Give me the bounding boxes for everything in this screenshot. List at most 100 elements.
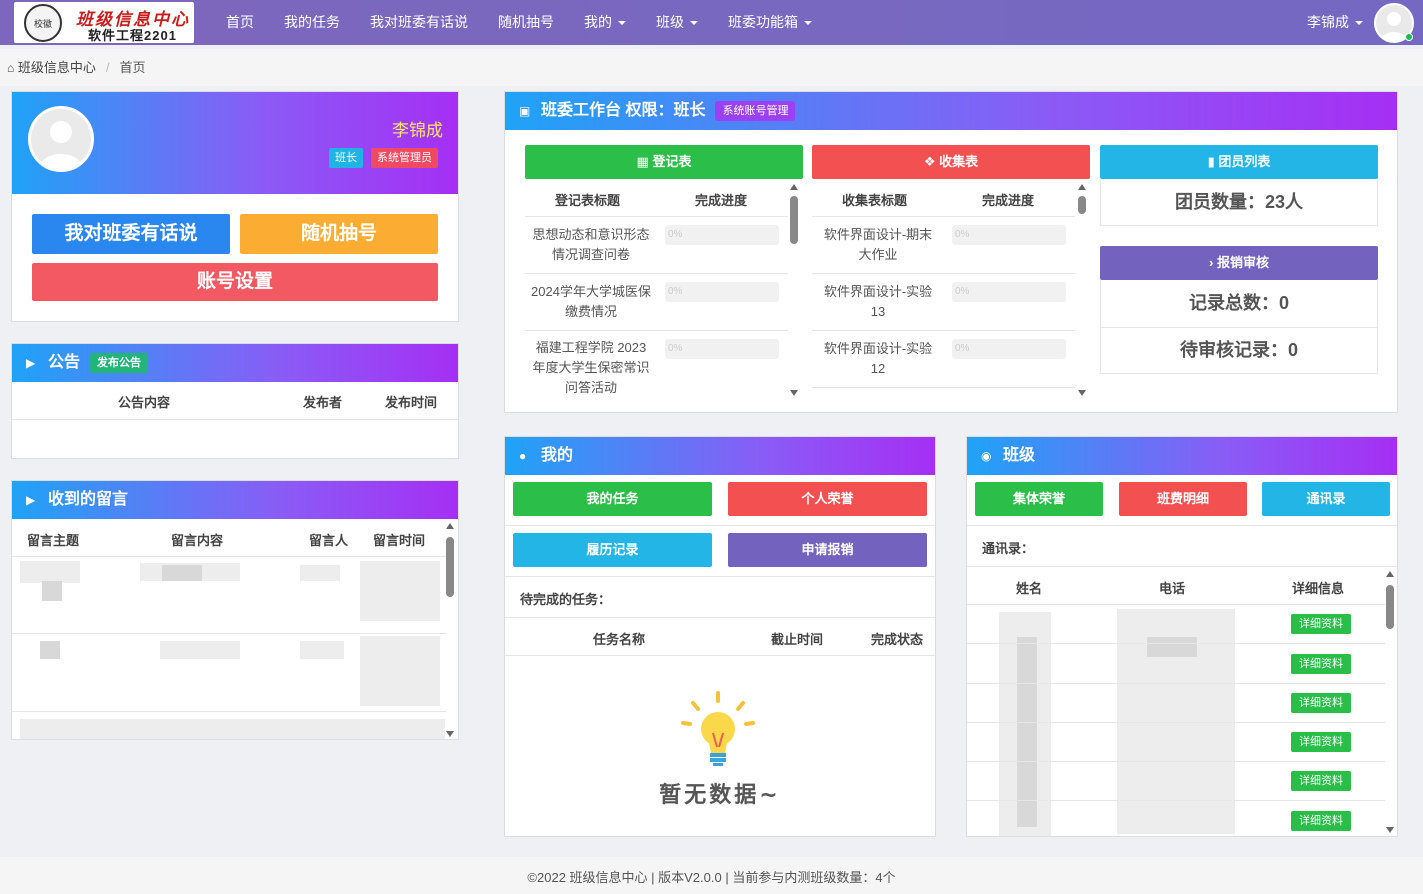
breadcrumb-current: 首页 [119, 60, 146, 75]
resume-records-button[interactable]: 履历记录 [513, 533, 712, 567]
col-msg-subject: 留言主题 [27, 533, 80, 548]
window-icon: ▣ [519, 104, 531, 118]
progress-bar: 0% [952, 339, 1066, 359]
col-task-deadline: 截止时间 [771, 632, 824, 647]
publish-notice-button[interactable]: 发布公告 [90, 352, 149, 373]
users-icon: ◉ [981, 449, 992, 463]
profile-card: 李锦成 班长 系统管理员 我对班委有话说 随机抽号 账号设置 [11, 91, 459, 322]
account-settings-button[interactable]: 账号设置 [32, 263, 438, 301]
register-scrollbar[interactable] [789, 184, 799, 396]
caret-down-icon [804, 21, 812, 26]
col-notice-content: 公告内容 [118, 395, 171, 410]
caret-down-icon [690, 21, 698, 26]
caret-down-icon [618, 21, 626, 26]
collect-scrollbar[interactable] [1077, 184, 1087, 396]
profile-avatar [28, 106, 94, 172]
chevron-right-icon: › [1209, 255, 1217, 270]
nav-committee-toolbox-dropdown[interactable]: 班委功能箱 [728, 0, 812, 45]
col-contact-phone: 电话 [1159, 581, 1186, 596]
register-form-header[interactable]: ▦ 登记表 [525, 145, 803, 179]
top-navbar: 校徽 班级信息中心 软件工程2201 首页 我的任务 我对班委有话说 随机抽号 … [0, 0, 1423, 45]
record-total: 记录总数：0 [1188, 293, 1289, 313]
breadcrumb: ⌂ 班级信息中心 / 首页 [0, 49, 1423, 86]
cubes-icon: ❖ [923, 154, 940, 169]
messages-header: ▶ 收到的留言 [12, 481, 458, 519]
random-draw-button[interactable]: 随机抽号 [240, 214, 438, 254]
nav-home[interactable]: 首页 [226, 0, 254, 45]
class-card: ◉ 班级 集体荣誉 班费明细 通讯录 通讯录： 姓名 电话 详细信息 详细资料 详… [966, 436, 1398, 837]
col-task-status: 完成状态 [871, 632, 924, 647]
role-badge: 班长 [329, 148, 363, 168]
workbench-header: ▣ 班委工作台 权限：班长 系统账号管理 [505, 92, 1397, 130]
pending-review-count: 待审核记录：0 [1179, 340, 1298, 360]
site-logo[interactable]: 校徽 班级信息中心 软件工程2201 [14, 2, 194, 43]
detail-button[interactable]: 详细资料 [1291, 693, 1351, 713]
detail-button[interactable]: 详细资料 [1291, 771, 1351, 791]
col-register-title: 登记表标题 [555, 193, 621, 208]
globe-icon: ● [519, 449, 527, 463]
logo-subtitle: 软件工程2201 [88, 28, 177, 43]
detail-button[interactable]: 详细资料 [1291, 614, 1351, 634]
col-task-name: 任务名称 [593, 632, 646, 647]
pending-tasks-label: 待完成的任务： [520, 592, 612, 607]
megaphone-icon: ▶ [26, 356, 36, 370]
nav-class-dropdown[interactable]: 班级 [656, 0, 698, 45]
contacts-button[interactable]: 通讯录 [1262, 482, 1390, 516]
col-register-progress: 完成进度 [695, 193, 748, 208]
megaphone-icon: ▶ [26, 493, 36, 507]
detail-button[interactable]: 详细资料 [1291, 811, 1351, 831]
contacts-scrollbar[interactable] [1385, 571, 1395, 833]
messages-card: ▶ 收到的留言 留言主题 留言内容 留言人 留言时间 [11, 480, 459, 740]
progress-bar: 0% [665, 339, 779, 359]
reimburse-review-header[interactable]: › 报销审核 [1100, 246, 1378, 280]
my-tasks-button[interactable]: 我的任务 [513, 482, 712, 516]
school-emblem-icon: 校徽 [24, 4, 62, 42]
bar-chart-icon: ▮ [1207, 154, 1219, 169]
talk-to-committee-button[interactable]: 我对班委有话说 [32, 214, 230, 254]
member-list-header[interactable]: ▮ 团员列表 [1100, 145, 1378, 179]
system-account-button[interactable]: 系统账号管理 [715, 100, 796, 121]
notice-header: ▶ 公告 发布公告 [12, 344, 458, 382]
col-contact-name: 姓名 [1016, 581, 1043, 596]
col-msg-time: 留言时间 [373, 533, 426, 548]
caret-down-icon [1355, 21, 1363, 26]
progress-bar: 0% [665, 225, 779, 245]
progress-bar: 0% [952, 282, 1066, 302]
apply-reimburse-button[interactable]: 申请报销 [728, 533, 927, 567]
col-msg-content: 留言内容 [171, 533, 224, 548]
nav-mine-dropdown[interactable]: 我的 [584, 0, 626, 45]
personal-honors-button[interactable]: 个人荣誉 [728, 482, 927, 516]
progress-bar: 0% [952, 225, 1066, 245]
member-count: 团员数量：23人 [1100, 179, 1378, 226]
table-row[interactable]: 福建工程学院 2023 年度大学生保密常识问答活动 0% [525, 332, 788, 398]
col-msg-sender: 留言人 [309, 533, 349, 548]
admin-badge: 系统管理员 [371, 148, 438, 168]
profile-name: 李锦成 [392, 121, 443, 140]
table-icon: ▦ [636, 154, 653, 169]
nav-talk-to-committee[interactable]: 我对班委有话说 [370, 0, 468, 45]
messages-scrollbar[interactable] [445, 523, 455, 737]
empty-data-text: 暂无数据~ [659, 783, 781, 808]
workbench-card: ▣ 班委工作台 权限：班长 系统账号管理 ▦ 登记表 登记表标题 完成进度 思想动态… [504, 91, 1398, 413]
collective-honors-button[interactable]: 集体荣誉 [975, 482, 1103, 516]
nav-random-draw[interactable]: 随机抽号 [498, 0, 554, 45]
contacts-label: 通讯录： [982, 541, 1035, 556]
class-fee-details-button[interactable]: 班费明细 [1119, 482, 1247, 516]
progress-bar: 0% [665, 282, 779, 302]
breadcrumb-home[interactable]: 班级信息中心 [18, 60, 96, 75]
mine-card: ● 我的 我的任务 个人荣誉 履历记录 申请报销 待完成的任务： 任务名称 截止时… [504, 436, 936, 837]
detail-button[interactable]: 详细资料 [1291, 732, 1351, 752]
user-menu[interactable]: 李锦成 [1307, 0, 1363, 45]
online-status-icon [1405, 33, 1413, 41]
detail-button[interactable]: 详细资料 [1291, 654, 1351, 674]
nav-my-tasks[interactable]: 我的任务 [284, 0, 340, 45]
collect-form-header[interactable]: ❖ 收集表 [812, 145, 1090, 179]
col-collect-title: 收集表标题 [842, 193, 908, 208]
col-collect-progress: 完成进度 [982, 193, 1035, 208]
col-contact-detail: 详细信息 [1292, 581, 1345, 596]
col-notice-time: 发布时间 [385, 395, 438, 410]
col-notice-publisher: 发布者 [303, 395, 343, 410]
notice-card: ▶ 公告 发布公告 公告内容 发布者 发布时间 [11, 343, 459, 459]
home-icon: ⌂ [7, 61, 15, 75]
footer: ©2022 班级信息中心 | 版本V2.0.0 | 当前参与内测班级数量：4个 [0, 857, 1423, 894]
